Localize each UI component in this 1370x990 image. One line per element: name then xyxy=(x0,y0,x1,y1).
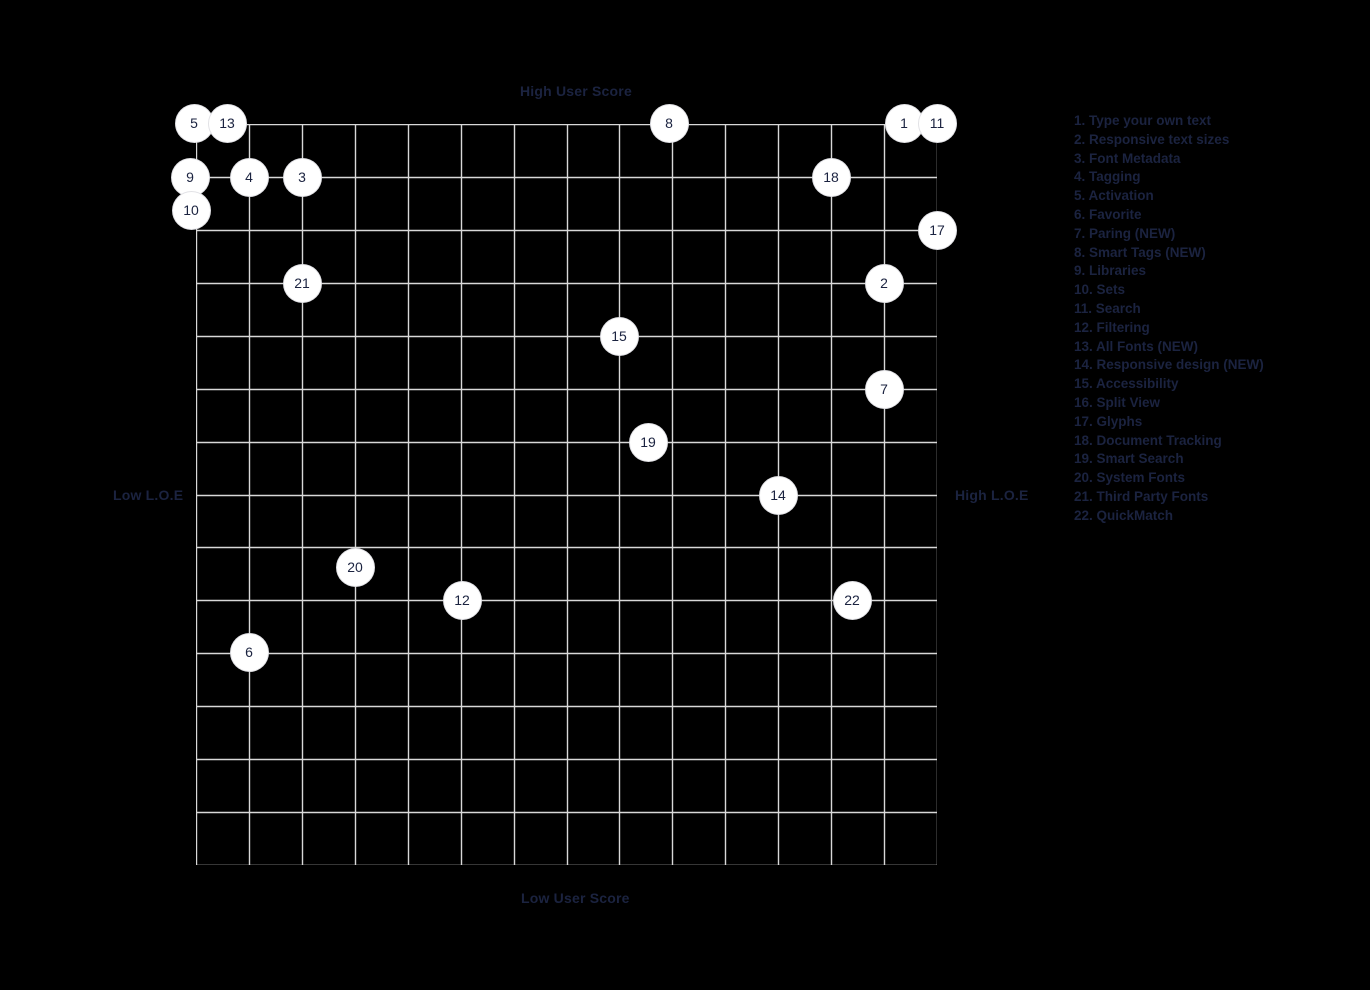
legend-item-12: 12. Filtering xyxy=(1074,319,1150,335)
legend-item-8: 8. Smart Tags (NEW) xyxy=(1074,244,1206,260)
bubble-11[interactable]: 11 xyxy=(918,104,956,142)
bubble-number: 17 xyxy=(929,222,945,238)
bubble-layer: 1 2 3 4 5 6 7 8 9 10 11 12 13 14 15 17 18 19 20 21 22 xyxy=(171,104,956,865)
bubble-8[interactable]: 8 xyxy=(650,104,688,142)
bubble-number: 2 xyxy=(880,275,888,291)
bubble-number: 15 xyxy=(611,328,627,344)
bubble-15[interactable]: 15 xyxy=(600,317,638,355)
legend-item-6: 6. Favorite xyxy=(1074,206,1142,222)
legend-item-2: 2. Responsive text sizes xyxy=(1074,131,1230,147)
axis-label-bottom: Low User Score xyxy=(521,890,630,906)
bubble-number: 8 xyxy=(665,115,673,131)
bubble-20[interactable]: 20 xyxy=(336,548,374,586)
legend-item-4: 4. Tagging xyxy=(1074,169,1141,185)
legend-item-16: 16. Split View xyxy=(1074,394,1161,410)
bubble-18[interactable]: 18 xyxy=(812,158,850,196)
legend-item-22: 22. QuickMatch xyxy=(1074,507,1174,523)
legend-item-15: 15. Accessibility xyxy=(1074,376,1179,392)
axis-label-left: Low L.O.E xyxy=(113,487,184,503)
legend-item-14: 14. Responsive design (NEW) xyxy=(1074,357,1264,373)
legend-list: 1. Type your own text 2. Responsive text … xyxy=(1074,112,1334,526)
bubble-17[interactable]: 17 xyxy=(918,211,956,249)
bubble-10[interactable]: 10 xyxy=(172,191,210,229)
bubble-number: 19 xyxy=(640,434,656,450)
bubble-number: 13 xyxy=(219,115,235,131)
bubble-number: 7 xyxy=(880,381,888,397)
bubble-number: 12 xyxy=(454,592,470,608)
legend-item-11: 11. Search xyxy=(1074,300,1141,316)
axis-label-top: High User Score xyxy=(520,83,632,99)
legend-item-18: 18. Document Tracking xyxy=(1074,432,1222,448)
bubble-22[interactable]: 22 xyxy=(833,581,871,619)
legend-item-13: 13. All Fonts (NEW) xyxy=(1074,338,1198,354)
legend-item-5: 5. Activation xyxy=(1074,188,1154,204)
bubble-21[interactable]: 21 xyxy=(283,264,321,302)
bubble-7[interactable]: 7 xyxy=(865,370,903,408)
bubble-14[interactable]: 14 xyxy=(759,476,797,514)
bubble-13[interactable]: 13 xyxy=(208,104,246,142)
bubble-number: 10 xyxy=(183,202,199,218)
bubble-number: 1 xyxy=(900,115,908,131)
legend-item-21: 21. Third Party Fonts xyxy=(1074,488,1209,504)
legend-item-3: 3. Font Metadata xyxy=(1074,150,1181,166)
legend-item-10: 10. Sets xyxy=(1074,282,1126,298)
bubble-19[interactable]: 19 xyxy=(629,423,667,461)
bubble-9[interactable]: 9 xyxy=(171,158,209,196)
bubble-number: 18 xyxy=(823,169,839,185)
bubble-number: 11 xyxy=(929,115,945,131)
legend-item-1: 1. Type your own text xyxy=(1074,113,1212,128)
bubble-number: 14 xyxy=(770,487,786,503)
bubble-number: 3 xyxy=(298,169,306,185)
bubble-1[interactable]: 1 xyxy=(885,104,923,142)
legend-item-9: 9. Libraries xyxy=(1074,263,1147,279)
axis-label-right: High L.O.E xyxy=(955,487,1029,503)
bubble-12[interactable]: 12 xyxy=(443,581,481,619)
bubble-3[interactable]: 3 xyxy=(283,158,321,196)
bubble-number: 9 xyxy=(186,169,194,185)
bubble-5[interactable]: 5 xyxy=(175,104,213,142)
bubble-number: 4 xyxy=(245,169,253,185)
legend-item-17: 17. Glyphs xyxy=(1074,413,1143,429)
bubble-4[interactable]: 4 xyxy=(230,158,268,196)
bubble-6[interactable]: 6 xyxy=(230,633,268,671)
legend-item-20: 20. System Fonts xyxy=(1074,470,1186,486)
bubble-number: 22 xyxy=(844,592,860,608)
bubble-number: 20 xyxy=(347,559,363,575)
plot-area: 1 2 3 4 5 6 7 8 9 10 11 12 13 14 15 17 18 19 20 21 22 xyxy=(171,104,956,865)
legend-item-19: 19. Smart Search xyxy=(1074,451,1184,467)
bubble-matrix-canvas: High User Score Low User Score Low L.O.E… xyxy=(0,0,1370,990)
bubble-number: 21 xyxy=(294,275,310,291)
bubble-2[interactable]: 2 xyxy=(865,264,903,302)
legend-item-7: 7. Paring (NEW) xyxy=(1074,225,1176,241)
bubble-number: 5 xyxy=(190,115,198,131)
bubble-number: 6 xyxy=(245,644,253,660)
